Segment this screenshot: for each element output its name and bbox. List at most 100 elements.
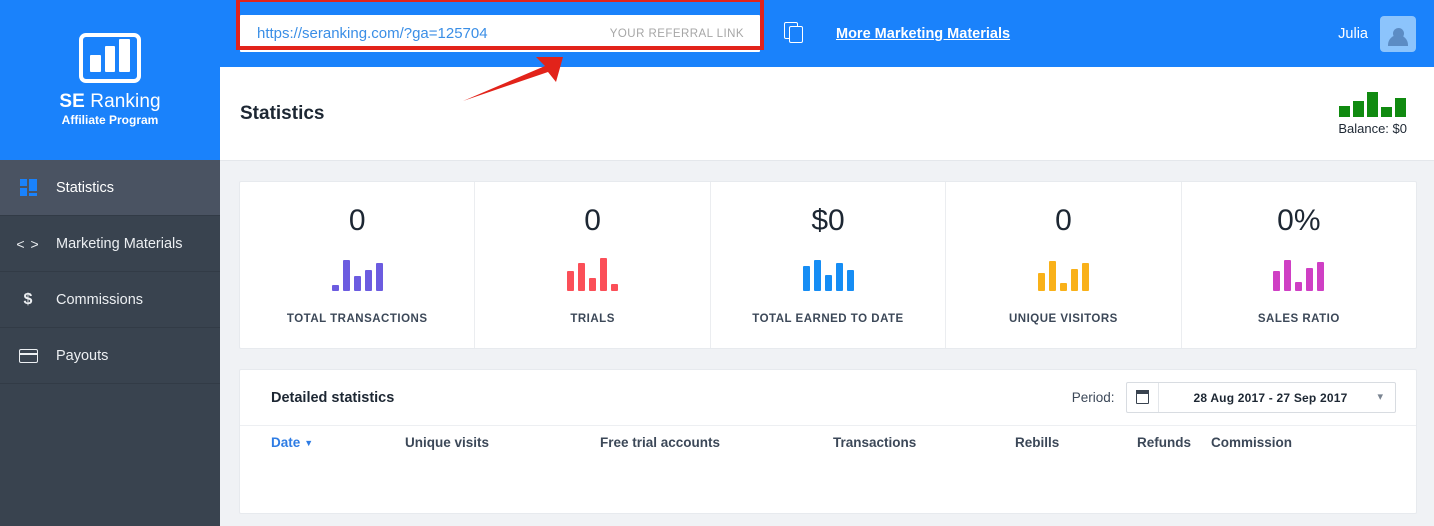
brand-logo[interactable]: SE Ranking Affiliate Program xyxy=(0,0,220,160)
brand-subtitle: Affiliate Program xyxy=(61,113,159,128)
stat-spark-bar xyxy=(1059,282,1067,291)
column-header-label: Rebills xyxy=(1015,434,1060,450)
user-name: Julia xyxy=(1338,25,1368,42)
stat-label: UNIQUE VISITORS xyxy=(1008,312,1118,325)
stat-value: 0 xyxy=(1055,203,1072,237)
dollar-icon: $ xyxy=(23,290,33,308)
column-header-label: Commission xyxy=(1211,434,1293,450)
brand-name-light: Ranking xyxy=(90,90,161,112)
stats-summary-card: 0 TOTAL TRANSACTIONS 0 TRIALS $0 TOTAL EARNED… xyxy=(239,181,1417,349)
stat-sparkline xyxy=(567,257,619,291)
page-header: Statistics Balance: $0 xyxy=(220,67,1434,161)
period-dropdown[interactable]: 28 Aug 2017 - 27 Sep 2017 ▾ xyxy=(1126,382,1396,413)
brand-name-bold: SE xyxy=(59,90,85,112)
stat-spark-bar xyxy=(802,265,810,291)
column-header-label: Free trial accounts xyxy=(600,434,721,450)
referral-link-input[interactable]: https://seranking.com/?ga=125704 YOUR RE… xyxy=(240,15,760,52)
referral-link-label: YOUR REFERRAL LINK xyxy=(609,27,744,40)
detailed-statistics-title: Detailed statistics xyxy=(271,389,395,406)
page-title: Statistics xyxy=(240,102,325,124)
stat-label: SALES RATIO xyxy=(1257,312,1340,325)
stats-icon xyxy=(0,179,56,196)
balance-spark-bar xyxy=(1353,101,1365,117)
stat-sparkline xyxy=(1273,258,1325,291)
stat-card: 0 TRIALS xyxy=(475,182,711,348)
stat-spark-bar xyxy=(813,259,821,291)
column-header-unique-visits[interactable]: Unique visits xyxy=(405,435,489,450)
chevron-down-icon: ▾ xyxy=(1377,391,1383,403)
column-header-transactions[interactable]: Transactions xyxy=(833,435,916,450)
column-header-label: Refunds xyxy=(1137,434,1191,450)
stat-sparkline xyxy=(802,258,854,291)
main-pane: https://seranking.com/?ga=125704 YOUR RE… xyxy=(220,0,1434,526)
stat-spark-bar xyxy=(342,259,350,291)
referral-link-area: https://seranking.com/?ga=125704 YOUR RE… xyxy=(236,0,764,52)
stat-spark-bar xyxy=(1306,267,1314,291)
sidebar-item-marketing-materials[interactable]: < > Marketing Materials xyxy=(0,216,220,272)
balance-widget[interactable]: Balance: $0 xyxy=(1338,91,1407,136)
calendar-icon xyxy=(1127,383,1160,412)
stat-spark-bar xyxy=(567,270,575,291)
stat-spark-bar xyxy=(1295,281,1303,291)
more-marketing-materials-link[interactable]: More Marketing Materials xyxy=(836,26,1010,42)
stat-card: 0 UNIQUE VISITORS xyxy=(946,182,1182,348)
sidebar-item-commissions-label: Commissions xyxy=(56,291,144,308)
table-header-row: Date ▼ Unique visits Free trial accounts Tra… xyxy=(240,426,1416,450)
sidebar-item-payouts-label: Payouts xyxy=(56,347,109,364)
balance-spark-bar xyxy=(1395,98,1407,117)
code-brackets-icon: < > xyxy=(16,235,40,252)
column-header-date[interactable]: Date ▼ xyxy=(271,435,313,450)
app-root: SE Ranking Affiliate Program Statistics … xyxy=(0,0,1434,526)
stat-spark-bar xyxy=(331,284,339,291)
avatar[interactable] xyxy=(1380,15,1416,52)
stat-spark-bar xyxy=(611,283,619,291)
column-header-refunds[interactable]: Refunds xyxy=(1137,435,1191,450)
referral-link-value: https://seranking.com/?ga=125704 xyxy=(257,25,488,42)
column-header-free-trial-accounts[interactable]: Free trial accounts xyxy=(600,435,720,450)
stat-card: $0 TOTAL EARNED TO DATE xyxy=(711,182,947,348)
stat-card: 0 TOTAL TRANSACTIONS xyxy=(240,182,476,348)
period-label: Period: xyxy=(1071,390,1115,405)
stat-spark-bar xyxy=(835,262,843,291)
period-value: 28 Aug 2017 - 27 Sep 2017 xyxy=(1193,390,1348,405)
detailed-statistics-card: Detailed statistics Period: 28 Aug 2017 … xyxy=(239,369,1417,514)
stat-label: TRIALS xyxy=(570,312,615,325)
column-header-label: Unique visits xyxy=(405,434,490,450)
sort-caret-icon: ▼ xyxy=(304,437,314,448)
stat-spark-bar xyxy=(1273,270,1281,291)
sidebar-item-statistics-label: Statistics xyxy=(56,179,115,196)
column-header-label: Transactions xyxy=(833,434,917,450)
sidebar-item-payouts[interactable]: Payouts xyxy=(0,328,220,384)
sidebar-item-commissions[interactable]: $ Commissions xyxy=(0,272,220,328)
stat-spark-bar xyxy=(578,262,586,291)
stat-spark-bar xyxy=(1037,272,1045,291)
balance-spark-bar xyxy=(1381,107,1393,117)
stat-spark-bar xyxy=(1048,260,1056,291)
stat-label: TOTAL TRANSACTIONS xyxy=(286,312,428,325)
sidebar-item-statistics[interactable]: Statistics xyxy=(0,160,220,216)
column-header-rebills[interactable]: Rebills xyxy=(1015,435,1059,450)
stat-label: TOTAL EARNED TO DATE xyxy=(752,312,904,325)
balance-spark-bar xyxy=(1339,106,1351,117)
stat-value: 0 xyxy=(584,203,601,237)
top-bar: https://seranking.com/?ga=125704 YOUR RE… xyxy=(220,0,1434,67)
stat-card: 0% SALES RATIO xyxy=(1182,182,1416,348)
sidebar-item-marketing-materials-label: Marketing Materials xyxy=(56,235,183,252)
balance-label: Balance: $0 xyxy=(1338,121,1407,136)
stat-spark-bar xyxy=(589,277,597,291)
stat-sparkline xyxy=(331,258,383,291)
bar-chart-logo-icon xyxy=(79,32,141,83)
detailed-statistics-header: Detailed statistics Period: 28 Aug 2017 … xyxy=(240,370,1416,426)
column-header-commission[interactable]: Commission xyxy=(1211,435,1292,450)
stat-spark-bar xyxy=(353,275,361,291)
copy-icon[interactable] xyxy=(784,21,806,46)
content-area: 0 TOTAL TRANSACTIONS 0 TRIALS $0 TOTAL EARNED… xyxy=(220,161,1434,526)
balance-sparkline xyxy=(1339,91,1407,117)
stat-spark-bar xyxy=(846,269,854,291)
period-selector: Period: 28 Aug 2017 - 27 Sep 2017 ▾ xyxy=(1072,382,1396,413)
brand-name: SE Ranking xyxy=(59,90,161,113)
stat-value: 0% xyxy=(1277,203,1321,237)
stat-spark-bar xyxy=(1070,268,1078,291)
stat-spark-bar xyxy=(375,262,383,291)
balance-spark-bar xyxy=(1367,92,1379,117)
